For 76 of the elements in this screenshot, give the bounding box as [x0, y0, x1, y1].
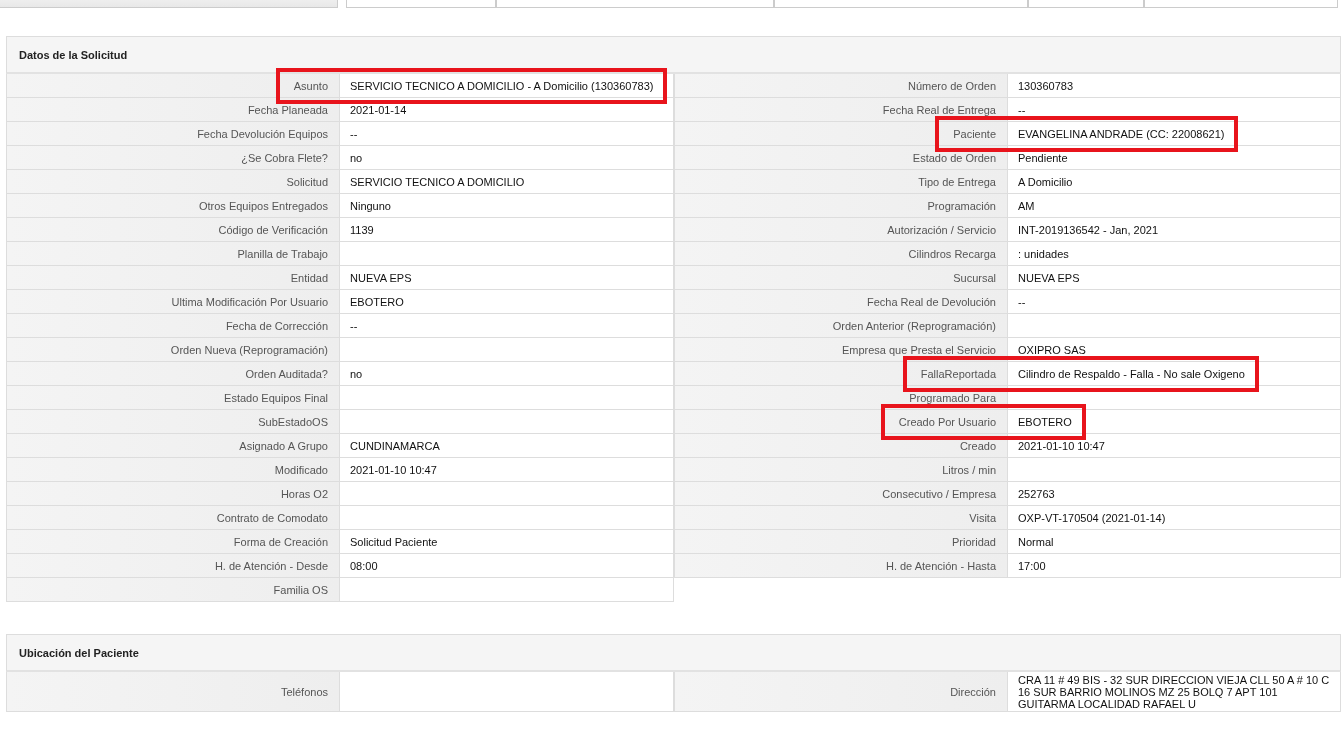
- field-value: OXP-VT-170504 (2021-01-14): [1008, 506, 1341, 530]
- field-label: Orden Anterior (Reprogramación): [674, 314, 1008, 338]
- field-label: Teléfonos: [6, 672, 340, 712]
- field-value: NUEVA EPS: [340, 266, 674, 290]
- field-value: no: [340, 362, 674, 386]
- field-label: Fecha Real de Entrega: [674, 98, 1008, 122]
- field-label: Asunto: [6, 74, 340, 98]
- field-value: AM: [1008, 194, 1341, 218]
- field-value: no: [340, 146, 674, 170]
- field-value: A Domicilio: [1008, 170, 1341, 194]
- field-label: Estado Equipos Final: [6, 386, 340, 410]
- field-value: SERVICIO TECNICO A DOMICILIO - A Domicilio (130360783): [340, 74, 674, 98]
- field-label: Empresa que Presta el Servicio: [674, 338, 1008, 362]
- field-label: FallaReportada: [674, 362, 1008, 386]
- field-value: --: [1008, 290, 1341, 314]
- field-label: Número de Orden: [674, 74, 1008, 98]
- field-value: Cilindro de Respaldo - Falla - No sale Oxigeno: [1008, 362, 1341, 386]
- field-label: Sucursal: [674, 266, 1008, 290]
- field-label: Tipo de Entrega: [674, 170, 1008, 194]
- field-label: Creado: [674, 434, 1008, 458]
- field-label: Otros Equipos Entregados: [6, 194, 340, 218]
- field-value: CUNDINAMARCA: [340, 434, 674, 458]
- field-value: EVANGELINA ANDRADE (CC: 22008621): [1008, 122, 1341, 146]
- field-value: --: [340, 314, 674, 338]
- field-label: Fecha Real de Devolución: [674, 290, 1008, 314]
- field-label: SubEstadoOS: [6, 410, 340, 434]
- field-label: Programación: [674, 194, 1008, 218]
- field-label: Estado de Orden: [674, 146, 1008, 170]
- field-label: Forma de Creación: [6, 530, 340, 554]
- section-title: Datos de la Solicitud: [19, 48, 128, 61]
- field-label: Creado Por Usuario: [674, 410, 1008, 434]
- field-value: 08:00: [340, 554, 674, 578]
- field-value: 1139: [340, 218, 674, 242]
- field-label: Fecha Devolución Equipos: [6, 122, 340, 146]
- field-label: Ultima Modificación Por Usuario: [6, 290, 340, 314]
- field-value: NUEVA EPS: [1008, 266, 1341, 290]
- field-value: 130360783: [1008, 74, 1341, 98]
- field-label: Fecha de Corrección: [6, 314, 340, 338]
- field-label: Planilla de Trabajo: [6, 242, 340, 266]
- field-label: Prioridad: [674, 530, 1008, 554]
- field-value: Normal: [1008, 530, 1341, 554]
- field-value: 17:00: [1008, 554, 1341, 578]
- field-label: Horas O2: [6, 482, 340, 506]
- field-label: Cilindros Recarga: [674, 242, 1008, 266]
- field-value: 252763: [1008, 482, 1341, 506]
- field-label: Orden Nueva (Reprogramación): [6, 338, 340, 362]
- field-label: Modificado: [6, 458, 340, 482]
- field-value: SERVICIO TECNICO A DOMICILIO: [340, 170, 674, 194]
- field-value: CRA 11 # 49 BIS - 32 SUR DIRECCION VIEJA CLL 50 A # 10 C 16 SUR BARRIO MOLINOS MZ 25 BOLQ 7 APT 101 GUITARMA LOCALIDAD RAFAEL U: [1008, 672, 1341, 712]
- field-label: Fecha Planeada: [6, 98, 340, 122]
- section-title: Ubicación del Paciente: [19, 646, 139, 659]
- field-label: ¿Se Cobra Flete?: [6, 146, 340, 170]
- field-label: Contrato de Comodato: [6, 506, 340, 530]
- field-value: 2021-01-10 10:47: [1008, 434, 1341, 458]
- field-label: Dirección: [674, 672, 1008, 712]
- field-label: Asignado A Grupo: [6, 434, 340, 458]
- field-label: H. de Atención - Hasta: [674, 554, 1008, 578]
- field-label: Visita: [674, 506, 1008, 530]
- field-label: H. de Atención - Desde: [6, 554, 340, 578]
- field-label: Familia OS: [6, 578, 340, 602]
- field-label: Solicitud: [6, 170, 340, 194]
- field-value: : unidades: [1008, 242, 1341, 266]
- field-value: Ninguno: [340, 194, 674, 218]
- field-label: Consecutivo / Empresa: [674, 482, 1008, 506]
- field-value: EBOTERO: [1008, 410, 1341, 434]
- field-label: Código de Verificación: [6, 218, 340, 242]
- field-value: EBOTERO: [340, 290, 674, 314]
- field-value: Solicitud Paciente: [340, 530, 674, 554]
- field-label: Paciente: [674, 122, 1008, 146]
- field-label: Autorización / Servicio: [674, 218, 1008, 242]
- field-value: --: [340, 122, 674, 146]
- field-label: Entidad: [6, 266, 340, 290]
- field-value: INT-2019136542 - Jan, 2021: [1008, 218, 1341, 242]
- field-label: Orden Auditada?: [6, 362, 340, 386]
- field-value: 2021-01-10 10:47: [340, 458, 674, 482]
- field-label: Litros / min: [674, 458, 1008, 482]
